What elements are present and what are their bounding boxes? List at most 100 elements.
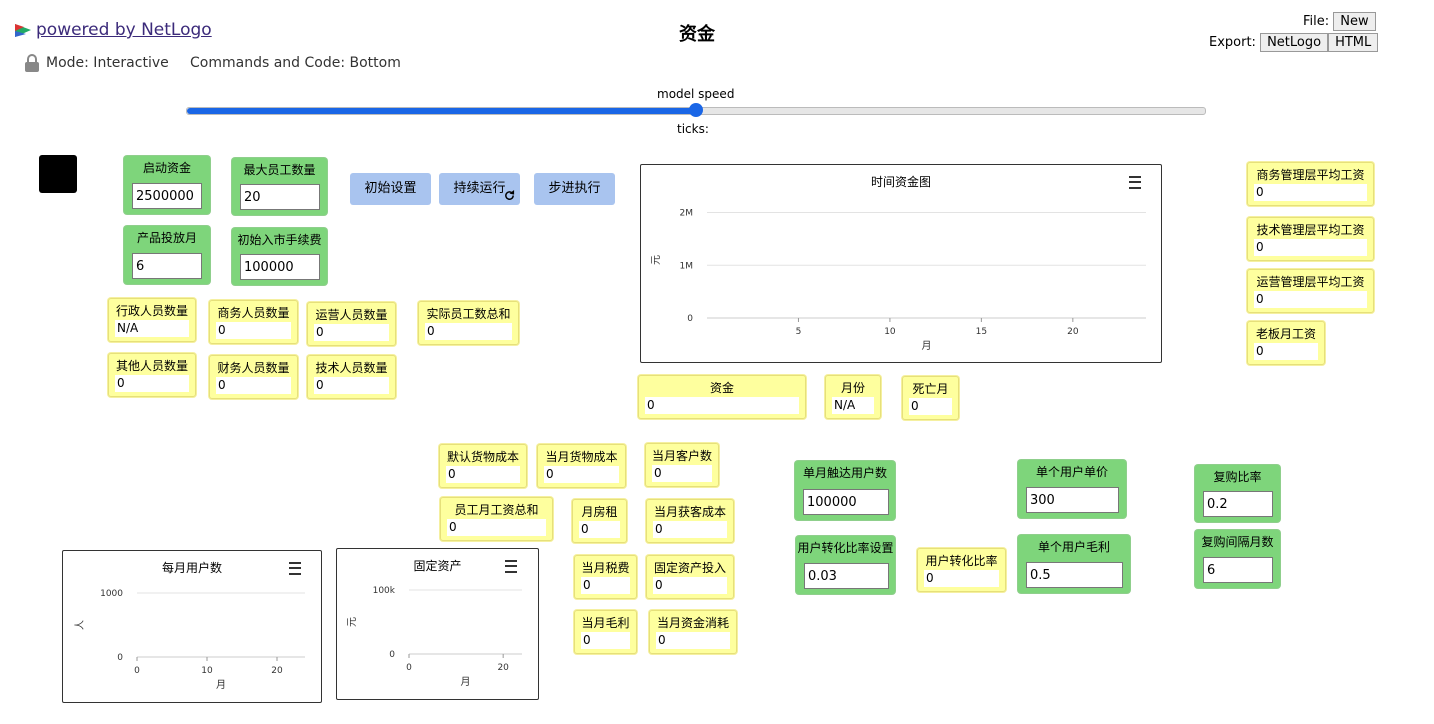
monitor-value: 0 (653, 577, 727, 594)
x-axis-label: 月 (216, 679, 226, 691)
y-tick-label: 100k (373, 586, 396, 596)
model-speed-slider[interactable] (186, 103, 1206, 117)
x-tick-label: 10 (201, 666, 213, 676)
go-forever-label: 持续运行 (453, 181, 506, 196)
input-monthly-reach: 单月触达用户数 (795, 461, 895, 520)
monitor-label: 老板月工资 (1255, 327, 1316, 341)
plot-funds-over-time[interactable]: 时间资金图 0 1M 2M 5 10 15 20 月元 (640, 164, 1162, 363)
go-once-button[interactable]: 步进执行 (534, 173, 615, 205)
conversion-setting-field[interactable] (804, 563, 889, 589)
speed-slider-thumb[interactable] (689, 103, 703, 117)
monitor-conversion-rate: 用户转化比率 0 (917, 548, 1006, 592)
monitor-label: 实际员工数总和 (426, 307, 511, 321)
monitor-actual-staff: 实际员工数总和 0 (418, 301, 519, 345)
repurchase-rate-field[interactable] (1203, 491, 1273, 517)
max-staff-field[interactable] (240, 184, 320, 210)
input-entry-fee: 初始入市手续费 (232, 228, 327, 285)
monitor-label: 技术管理层平均工资 (1256, 223, 1365, 237)
plot-canvas: 0 1000 0 10 20 月 人 (74, 589, 305, 691)
x-tick-label: 20 (497, 663, 509, 673)
monitor-label: 技术人员数量 (315, 361, 388, 375)
input-gross-margin: 单个用户毛利 (1018, 535, 1130, 593)
monitor-value: 0 (579, 521, 620, 538)
monitor-biz-mgr-salary: 商务管理层平均工资 0 (1247, 162, 1374, 206)
monitor-value: 0 (425, 323, 512, 340)
monitor-value: 0 (1254, 343, 1318, 360)
export-netlogo-button[interactable]: NetLogo (1260, 33, 1329, 52)
world-view[interactable] (39, 155, 77, 193)
plot-fixed-assets[interactable]: 固定资产 0 100k 0 20 月元 (336, 548, 539, 700)
go-forever-button[interactable]: 持续运行 (439, 173, 520, 205)
monitor-label: 死亡月 (912, 382, 949, 396)
y-tick-label: 2M (680, 209, 694, 219)
repurchase-interval-field[interactable] (1203, 557, 1273, 583)
monitor-label: 当月资金消耗 (656, 616, 729, 630)
monitor-value: 0 (446, 466, 520, 483)
monitor-admin-staff: 行政人员数量 N/A (108, 298, 196, 342)
input-unit-price: 单个用户单价 (1018, 460, 1126, 518)
monitor-label: 默认货物成本 (446, 450, 519, 464)
monitor-month-customers: 当月客户数 0 (645, 443, 719, 487)
monthly-reach-field[interactable] (803, 489, 889, 515)
monitor-biz-staff: 商务人员数量 0 (209, 300, 298, 344)
x-axis-label: 月 (922, 340, 932, 352)
monitor-label: 月房租 (581, 505, 618, 519)
monitor-acquisition-cost: 当月获客成本 0 (646, 499, 734, 543)
y-tick-label: 0 (389, 650, 395, 660)
monitor-value: 0 (653, 521, 727, 538)
monitor-label: 财务人员数量 (217, 361, 290, 375)
monitor-value: 0 (447, 519, 546, 536)
monitor-value: 0 (1254, 239, 1367, 256)
commands-code-position[interactable]: Commands and Code: Bottom (190, 55, 401, 71)
setup-button[interactable]: 初始设置 (350, 173, 431, 205)
y-axis-label: 人 (74, 620, 86, 630)
export-label: Export: (1209, 35, 1256, 50)
monitor-label: 商务管理层平均工资 (1256, 168, 1365, 182)
monitor-value: 0 (314, 324, 389, 341)
file-label: File: (1303, 14, 1330, 29)
monitor-label: 当月客户数 (651, 449, 712, 463)
input-label: 单月触达用户数 (802, 466, 887, 480)
monitor-value: 0 (924, 570, 999, 587)
export-html-button[interactable]: HTML (1328, 33, 1379, 52)
input-repurchase-rate: 复购比率 (1195, 465, 1280, 522)
monitor-label: 月份 (840, 381, 865, 395)
input-label: 复购间隔月数 (1201, 535, 1274, 549)
mode-indicator[interactable]: Mode: Interactive (24, 54, 169, 72)
monitor-value: 0 (652, 465, 712, 482)
unit-price-field[interactable] (1026, 487, 1119, 513)
input-start-funds: 启动资金 (124, 156, 210, 214)
monitor-label: 当月毛利 (581, 616, 630, 630)
monitor-boss-salary: 老板月工资 0 (1247, 321, 1325, 365)
y-axis-label: 元 (347, 617, 358, 627)
x-tick-label: 10 (884, 327, 896, 337)
input-conversion-setting: 用户转化比率设置 (796, 536, 895, 594)
monitor-salary-total: 员工月工资总和 0 (440, 497, 553, 541)
monitor-value: 0 (1254, 184, 1367, 201)
monitor-default-goods-cost: 默认货物成本 0 (439, 444, 527, 488)
monitor-value: N/A (115, 320, 189, 337)
monitor-label: 员工月工资总和 (454, 503, 539, 517)
y-tick-label: 0 (117, 653, 123, 663)
x-tick-label: 5 (796, 327, 802, 337)
speed-slider-fill (187, 108, 696, 114)
x-tick-label: 0 (406, 663, 412, 673)
monitor-death-month: 死亡月 0 (902, 376, 959, 420)
start-funds-field[interactable] (132, 183, 202, 209)
entry-fee-field[interactable] (240, 254, 320, 280)
monitor-label: 当月获客成本 (653, 505, 726, 519)
monitor-label: 其他人员数量 (115, 359, 188, 373)
monitor-value: 0 (581, 577, 630, 594)
plot-monthly-users[interactable]: 每月用户数 0 1000 0 10 20 月人 (62, 550, 322, 703)
monitor-value: 0 (544, 466, 619, 483)
monitor-value: 0 (581, 632, 630, 649)
monitor-label: 当月税费 (581, 561, 630, 575)
gross-margin-field[interactable] (1026, 562, 1123, 588)
x-tick-label: 20 (271, 666, 283, 676)
forever-icon (505, 190, 515, 200)
file-new-button[interactable]: New (1333, 12, 1376, 31)
launch-month-field[interactable] (132, 253, 202, 279)
export-row: Export: NetLogo HTML (1209, 33, 1379, 52)
input-label: 单个用户毛利 (1037, 540, 1110, 554)
monitor-ops-mgr-salary: 运营管理层平均工资 0 (1247, 269, 1374, 313)
